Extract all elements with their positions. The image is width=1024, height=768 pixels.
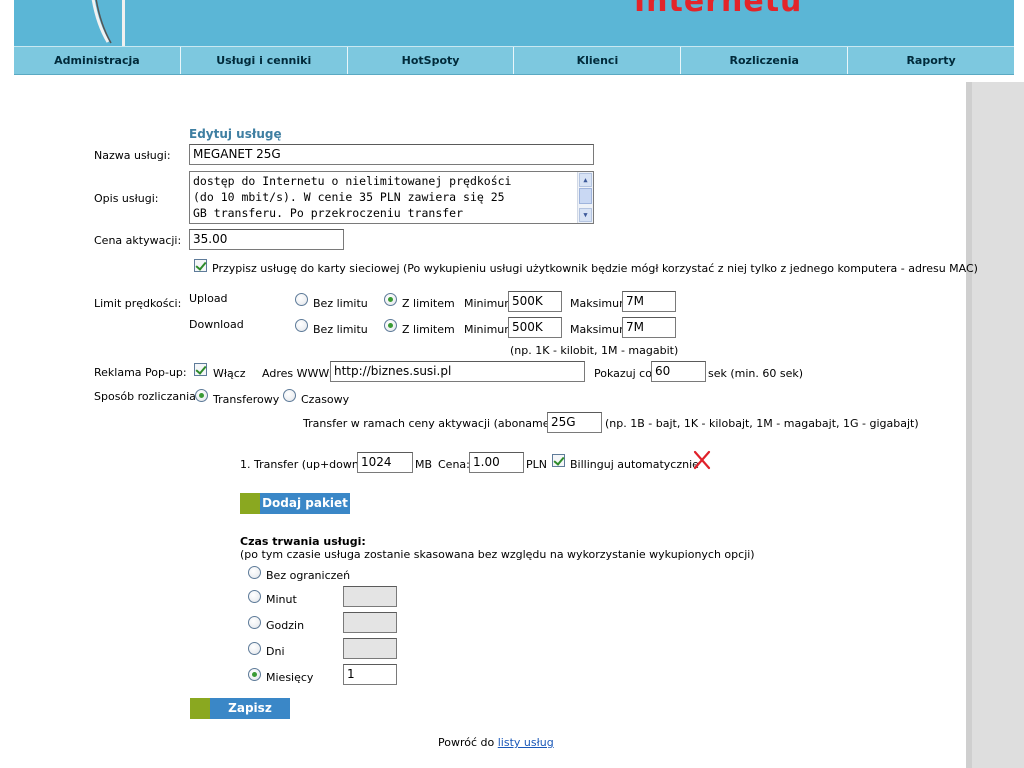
auto-billing-checkbox[interactable] (552, 454, 565, 467)
service-description-textarea[interactable]: dostęp do Internetu o nielimitowanej prę… (189, 171, 594, 224)
duration-hours-input[interactable] (343, 612, 397, 633)
save-button[interactable]: Zapisz (190, 698, 290, 719)
activation-price-label: Cena aktywacji: (94, 234, 182, 247)
assign-card-label: Przypisz usługę do karty sieciowej (Po w… (212, 262, 978, 275)
download-no-limit-label: Bez limitu (313, 323, 368, 336)
duration-title: Czas trwania usługi: (240, 535, 366, 548)
download-with-limit-radio[interactable] (384, 319, 397, 332)
description-line: dostęp do Internetu o nielimitowanej prę… (193, 174, 512, 188)
nav-rozliczenia[interactable]: Rozliczenia (681, 47, 849, 74)
package-transfer-label: 1. Transfer (up+down): (240, 458, 367, 471)
popup-url-input[interactable]: http://biznes.susi.pl (330, 361, 585, 382)
description-scrollbar[interactable]: ▲ ▼ (577, 172, 593, 223)
billing-time-radio[interactable] (283, 389, 296, 402)
transfer-in-price-label: Transfer w ramach ceny aktywacji (abonam… (303, 417, 576, 430)
billing-method-label: Sposób rozliczania: (94, 390, 200, 403)
nav-administracja[interactable]: Administracja (14, 47, 181, 74)
download-with-limit-label: Z limitem (402, 323, 455, 336)
duration-days-input[interactable] (343, 638, 397, 659)
popup-label: Reklama Pop-up: (94, 366, 187, 379)
nav-klienci[interactable]: Klienci (514, 47, 682, 74)
package-amount-input[interactable]: 1024 (357, 452, 413, 473)
upload-with-limit-label: Z limitem (402, 297, 455, 310)
scroll-up-icon[interactable]: ▲ (579, 173, 592, 187)
auto-billing-label: Billinguj automatycznie (570, 458, 699, 471)
add-package-button-label: Dodaj pakiet (262, 496, 348, 510)
speed-unit-hint: (np. 1K - kilobit, 1M - magabit) (510, 344, 679, 357)
duration-subtitle: (po tym czasie usługa zostanie skasowana… (240, 548, 755, 561)
service-name-input[interactable]: MEGANET 25G (189, 144, 594, 165)
popup-url-label: Adres WWW: (262, 367, 333, 380)
billing-transfer-radio[interactable] (195, 389, 208, 402)
nav-uslugi-i-cenniki[interactable]: Usługi i cenniki (181, 47, 348, 74)
billing-transfer-label: Transferowy (213, 393, 280, 406)
description-line: (do 10 mbit/s). W cenie 35 PLN zawiera s… (193, 190, 505, 204)
duration-days-label: Dni (266, 645, 285, 658)
upload-max-input[interactable]: 7M (622, 291, 676, 312)
upload-max-label: Maksimum (570, 297, 630, 310)
back-text: Powróć do (438, 736, 495, 749)
duration-months-label: Miesięcy (266, 671, 314, 684)
description-line: GB transferu. Po przekroczeniu transfer (193, 206, 464, 220)
download-label: Download (189, 318, 244, 331)
upload-no-limit-radio[interactable] (295, 293, 308, 306)
logo-art-icon (91, 0, 125, 46)
brand-text: Internetu (634, 0, 803, 19)
duration-days-radio[interactable] (248, 642, 261, 655)
download-min-input[interactable]: 500K (508, 317, 562, 338)
duration-months-input[interactable]: 1 (343, 664, 397, 685)
scroll-thumb[interactable] (579, 188, 592, 204)
popup-enable-label: Włącz (213, 367, 246, 380)
popup-enable-checkbox[interactable] (194, 363, 207, 376)
popup-interval-label: Pokazuj co: (594, 367, 656, 380)
upload-label: Upload (189, 292, 228, 305)
download-max-label: Maksimum (570, 323, 630, 336)
button-accent (190, 698, 210, 719)
package-price-input[interactable]: 1.00 (469, 452, 524, 473)
download-no-limit-radio[interactable] (295, 319, 308, 332)
activation-price-input[interactable]: 35.00 (189, 229, 344, 250)
right-gutter (966, 82, 1024, 768)
assign-card-checkbox[interactable] (194, 259, 207, 272)
page-title: Edytuj usługę (189, 127, 282, 141)
download-max-input[interactable]: 7M (622, 317, 676, 338)
speed-limit-label: Limit prędkości: (94, 297, 182, 310)
button-accent (240, 493, 260, 514)
popup-interval-input[interactable]: 60 (651, 361, 706, 382)
delete-package-icon[interactable] (692, 450, 712, 470)
scroll-down-icon[interactable]: ▼ (579, 208, 592, 222)
duration-minutes-label: Minut (266, 593, 297, 606)
transfer-in-price-input[interactable]: 25G (547, 412, 602, 433)
service-description-label: Opis usługi: (94, 192, 159, 205)
nav-raporty[interactable]: Raporty (848, 47, 1014, 74)
upload-with-limit-radio[interactable] (384, 293, 397, 306)
duration-minutes-radio[interactable] (248, 590, 261, 603)
back-row: Powróć do listy usług (438, 736, 554, 749)
transfer-unit-hint: (np. 1B - bajt, 1K - kilobajt, 1M - maga… (605, 417, 919, 430)
upload-no-limit-label: Bez limitu (313, 297, 368, 310)
billing-time-label: Czasowy (301, 393, 350, 406)
back-to-list-link[interactable]: listy usług (498, 736, 554, 749)
duration-hours-label: Godzin (266, 619, 305, 632)
service-name-label: Nazwa usługi: (94, 149, 171, 162)
package-price-label: Cena: (438, 458, 470, 471)
duration-months-radio[interactable] (248, 668, 261, 681)
header-banner: Internetu (14, 0, 1014, 46)
upload-min-input[interactable]: 500K (508, 291, 562, 312)
main-nav: Administracja Usługi i cenniki HotSpoty … (14, 46, 1014, 75)
package-currency-label: PLN (526, 458, 547, 471)
popup-interval-unit: sek (min. 60 sek) (708, 367, 804, 380)
duration-unlimited-label: Bez ograniczeń (266, 569, 351, 582)
duration-unlimited-radio[interactable] (248, 566, 261, 579)
add-package-button[interactable]: Dodaj pakiet (240, 493, 350, 514)
save-button-label: Zapisz (228, 701, 272, 715)
nav-hotspoty[interactable]: HotSpoty (348, 47, 515, 74)
duration-minutes-input[interactable] (343, 586, 397, 607)
right-gutter-edge (966, 82, 972, 768)
package-unit-label: MB (415, 458, 433, 471)
duration-hours-radio[interactable] (248, 616, 261, 629)
